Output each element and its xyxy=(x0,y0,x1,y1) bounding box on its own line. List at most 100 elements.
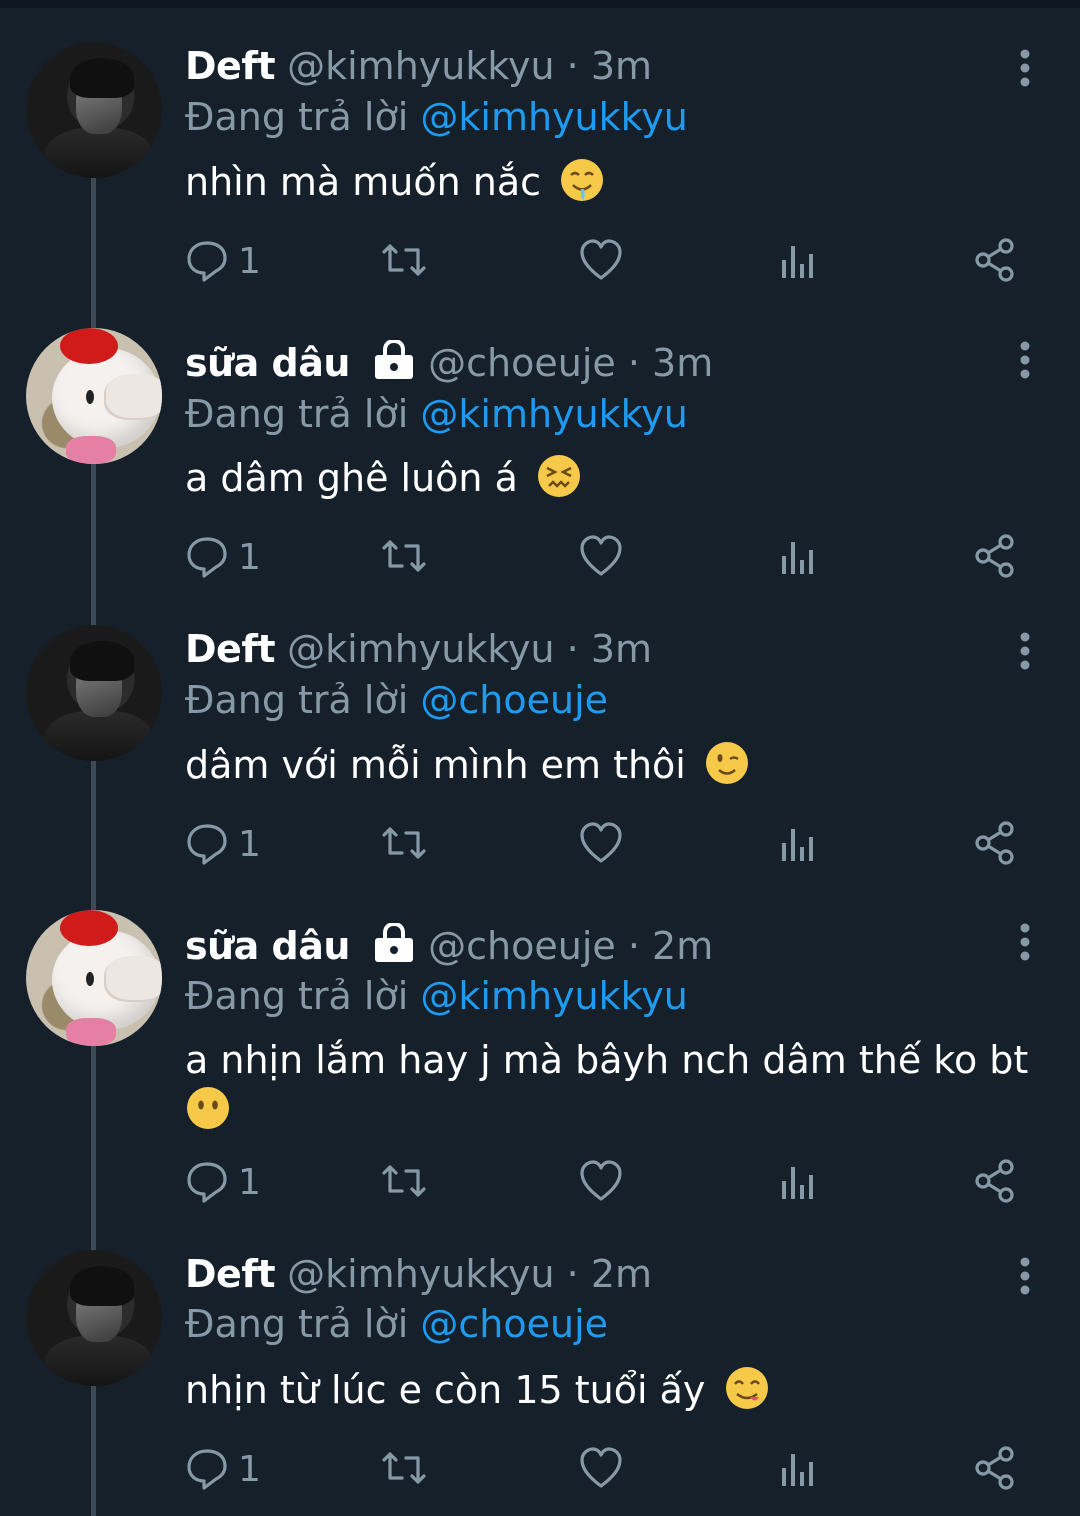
user-handle[interactable]: @choeuje xyxy=(428,341,616,385)
reply-button[interactable]: 1 xyxy=(186,238,266,286)
tweet-text: dâm với mỗi mình em thôi xyxy=(185,740,1045,790)
face-savoring-food-emoji xyxy=(725,1367,768,1409)
stats-icon xyxy=(782,829,813,861)
stats-button[interactable] xyxy=(780,238,816,286)
lock-icon xyxy=(375,340,414,379)
top-divider xyxy=(0,0,1080,8)
reply-button[interactable]: 1 xyxy=(186,1446,266,1494)
display-name[interactable]: Deft xyxy=(185,1252,276,1296)
more-vertical-icon[interactable] xyxy=(1010,922,1040,962)
share-icon xyxy=(975,821,1014,865)
user-handle[interactable]: @kimhyukkyu xyxy=(287,627,554,671)
like-button[interactable] xyxy=(580,238,622,286)
replying-prefix: Đang trả lời xyxy=(185,1302,409,1346)
display-name[interactable]: Deft xyxy=(185,44,276,88)
stats-button[interactable] xyxy=(780,534,816,582)
heart-icon xyxy=(580,1447,622,1488)
reply-count: 1 xyxy=(238,1162,261,1203)
share-button[interactable] xyxy=(974,238,1016,286)
tweet-text-content: a nhịn lắm hay j mà bâyh nch dâm thế ko … xyxy=(185,1038,1029,1082)
action-bar: 1 xyxy=(0,1159,1080,1207)
retweet-button[interactable] xyxy=(380,238,428,286)
stats-icon xyxy=(782,542,813,574)
timestamp[interactable]: 2m xyxy=(652,924,713,968)
stats-button[interactable] xyxy=(780,1446,816,1494)
mention-link[interactable]: @choeuje xyxy=(420,678,608,722)
retweet-button[interactable] xyxy=(380,1159,428,1207)
more-vertical-icon[interactable] xyxy=(1010,1256,1040,1296)
replying-to: Đang trả lời @kimhyukkyu xyxy=(185,93,688,141)
separator-dot: · xyxy=(566,627,579,671)
timestamp[interactable]: 3m xyxy=(591,44,652,88)
reply-button[interactable]: 1 xyxy=(186,534,266,582)
like-button[interactable] xyxy=(580,821,622,869)
action-bar: 1 xyxy=(0,534,1080,582)
mention-link[interactable]: @kimhyukkyu xyxy=(420,974,687,1018)
replying-to: Đang trả lời @kimhyukkyu xyxy=(185,972,688,1020)
stats-button[interactable] xyxy=(780,1159,816,1207)
reply-count: 1 xyxy=(238,241,261,282)
retweet-icon xyxy=(382,244,426,276)
avatar[interactable] xyxy=(26,42,162,178)
avatar[interactable] xyxy=(26,910,162,1046)
mention-link[interactable]: @kimhyukkyu xyxy=(420,392,687,436)
reply-icon xyxy=(187,1162,227,1203)
tweet-text-content: dâm với mỗi mình em thôi xyxy=(185,743,686,787)
heart-icon xyxy=(580,535,622,576)
retweet-button[interactable] xyxy=(380,821,428,869)
timestamp[interactable]: 3m xyxy=(652,341,713,385)
reply-icon xyxy=(187,537,227,578)
like-button[interactable] xyxy=(580,1446,622,1494)
action-bar: 1 xyxy=(0,821,1080,869)
avatar[interactable] xyxy=(26,328,162,464)
mention-link[interactable]: @kimhyukkyu xyxy=(420,95,687,139)
avatar[interactable] xyxy=(26,1250,162,1386)
more-vertical-icon[interactable] xyxy=(1010,631,1040,671)
stats-icon xyxy=(782,1454,813,1486)
tweet-text-content: nhịn từ lúc e còn 15 tuổi ấy xyxy=(185,1368,706,1412)
share-button[interactable] xyxy=(974,534,1016,582)
more-vertical-icon[interactable] xyxy=(1010,48,1040,88)
heart-icon xyxy=(580,1160,622,1201)
face-without-mouth-emoji xyxy=(187,1087,229,1129)
reply-button[interactable]: 1 xyxy=(186,1159,266,1207)
reply-icon xyxy=(187,1449,227,1490)
retweet-icon xyxy=(382,540,426,572)
replying-prefix: Đang trả lời xyxy=(185,678,409,722)
share-icon xyxy=(975,1159,1014,1203)
heart-icon xyxy=(580,239,622,280)
display-name[interactable]: sữa dâu xyxy=(185,341,350,385)
replying-prefix: Đang trả lời xyxy=(185,95,409,139)
display-name[interactable]: sữa dâu xyxy=(185,924,350,968)
confounded-face-emoji xyxy=(537,455,580,497)
more-vertical-icon[interactable] xyxy=(1010,340,1040,380)
retweet-button[interactable] xyxy=(380,1446,428,1494)
like-button[interactable] xyxy=(580,1159,622,1207)
stats-button[interactable] xyxy=(780,821,816,869)
replying-to: Đang trả lời @kimhyukkyu xyxy=(185,390,688,438)
timestamp[interactable]: 2m xyxy=(591,1252,652,1296)
display-name[interactable]: Deft xyxy=(185,627,276,671)
avatar[interactable] xyxy=(26,625,162,761)
reply-button[interactable]: 1 xyxy=(186,821,266,869)
user-handle[interactable]: @kimhyukkyu xyxy=(287,44,554,88)
replying-to: Đang trả lời @choeuje xyxy=(185,1300,608,1348)
mention-link[interactable]: @choeuje xyxy=(420,1302,608,1346)
reply-icon xyxy=(187,241,227,282)
user-handle[interactable]: @kimhyukkyu xyxy=(287,1252,554,1296)
stats-icon xyxy=(782,1167,813,1199)
share-icon xyxy=(975,238,1014,282)
tweet-header: Deft @kimhyukkyu · 3m xyxy=(185,42,652,90)
share-button[interactable] xyxy=(974,1159,1016,1207)
retweet-icon xyxy=(382,1165,426,1197)
share-icon xyxy=(975,534,1014,578)
share-button[interactable] xyxy=(974,1446,1016,1494)
timestamp[interactable]: 3m xyxy=(591,627,652,671)
retweet-icon xyxy=(382,1452,426,1484)
retweet-icon xyxy=(382,827,426,859)
like-button[interactable] xyxy=(580,534,622,582)
user-handle[interactable]: @choeuje xyxy=(428,924,616,968)
share-button[interactable] xyxy=(974,821,1016,869)
retweet-button[interactable] xyxy=(380,534,428,582)
tweet-text: nhịn từ lúc e còn 15 tuổi ấy xyxy=(185,1365,1045,1415)
